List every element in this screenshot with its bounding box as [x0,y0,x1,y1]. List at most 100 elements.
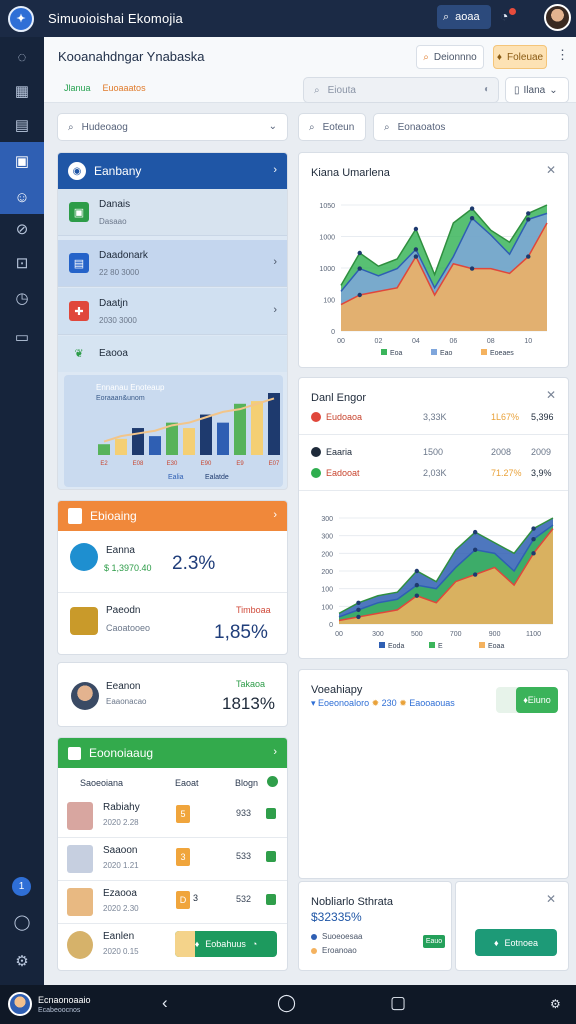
x-tick-label: 08 [487,338,495,345]
home-icon[interactable]: ◯ [277,993,296,1013]
rail-reports-icon[interactable]: ▤ [0,109,44,141]
sun-icon: ✹ [371,698,382,708]
legend-label: Eoda [388,643,404,650]
top-search-button[interactable]: ⌕ aoaa [437,5,491,29]
column-header[interactable]: Saoeoiana [80,778,123,788]
recents-icon[interactable]: ▢ [390,993,406,1013]
search-input[interactable]: ⌕ Eiouta ◐ [303,77,499,103]
more-icon[interactable]: ⋮ [556,47,569,63]
status-badge: Eauo [423,935,445,948]
avatar [67,845,93,873]
avatar[interactable] [544,4,571,31]
primary-action-button[interactable]: ♦ Eotnoea [475,929,557,956]
legend-label: Eoa [390,350,403,357]
area-chart: 300 300 200 200 100 100 000 300 500 700 900 1100 Eod… [321,516,554,650]
rail-wallet-icon[interactable]: ▣ [0,142,44,180]
breadcrumb-item[interactable]: Jlanua [64,83,91,93]
avatar [67,931,93,959]
rail-users-icon[interactable]: ☺ [0,180,44,214]
data-point [356,607,361,613]
area-chart-card: Kiana Umarlena ✕ 1050 1000 1000 100 0 00 02 04 0… [298,152,569,368]
check-icon[interactable] [266,894,276,905]
y-tick-label: 0 [329,622,333,629]
avatar [67,888,93,916]
pay-button-tab [175,931,195,957]
legend-swatch [481,349,487,355]
y-tick-label: 1000 [319,235,335,242]
y-tick-label: 0 [331,329,335,336]
savings-icon: ✚ [69,301,89,321]
bar-chart: Ennanau Enoteaup Eoraaan&unom E2 E08 E30 E9… [64,375,283,487]
back-icon[interactable]: ‹ [162,993,168,1013]
bar [251,401,263,455]
bag-icon [70,607,98,635]
account-item[interactable]: ❦ Eaooa [58,336,287,372]
header-action-button[interactable]: ⌕ Deionnno [416,45,484,69]
data-point [472,572,478,577]
check-icon[interactable] [266,851,276,862]
legend-swatch [379,642,385,648]
filter-input[interactable]: ⌕ Eonaoatos [373,113,569,141]
stats-header[interactable]: Ebioaing › [58,501,287,531]
legend-label: Eoeaes [490,350,514,357]
rail-dashboard-icon[interactable]: ▦ [0,75,44,107]
table-row[interactable]: Rabiahy 2020 2.28 5 933 [58,794,287,838]
filter-button[interactable]: ⌕ Eoteun [298,113,366,141]
breadcrumb: Jlanua Euoaaatos [64,83,146,93]
x-tick-label: 06 [449,338,457,345]
close-icon[interactable]: ✕ [546,892,556,906]
rail-settings-icon[interactable]: ⚙ [0,945,44,977]
avatar[interactable] [8,992,32,1016]
sun-icon: ✹ [399,698,410,708]
legend-item: Ealia [168,474,184,481]
bar [200,414,212,455]
data-point [531,526,536,531]
rail-badge[interactable]: 1 [12,877,31,896]
y-tick-label: 200 [321,551,333,558]
bar [268,393,280,455]
table-row[interactable]: Ezaooa 2020 2.30 D 3 532 [58,880,287,924]
column-header[interactable]: Eaoat [175,778,199,788]
x-tick-label: 700 [450,631,462,638]
stat-row[interactable]: Eanna $ 1,3970.40 2.3% [58,531,287,593]
search-icon: ⌕ [443,10,450,23]
header-primary-button[interactable]: ♦ Foleuae [493,45,547,69]
rail-chart-icon[interactable]: ⊡ [0,247,44,279]
breadcrumb-item[interactable]: Euoaaatos [103,83,146,93]
rail-time-icon[interactable]: ◷ [0,282,44,314]
filter-select[interactable]: ▯ Ilana ⌄ [505,77,569,103]
x-tick-label: 10 [524,338,532,345]
category-dropdown[interactable]: ⌕ Hudeoaog ⌄ [57,113,288,141]
account-item[interactable]: ✚ Daatjn 2030 3000 › [58,288,287,335]
mic-icon[interactable]: ◐ [484,84,490,95]
y-tick-label: 300 [321,516,333,523]
column-header[interactable]: Blogn [235,778,258,788]
check-icon[interactable] [266,808,276,819]
chevron-right-icon: › [273,256,277,268]
stat-row[interactable]: Paeodn Caoatooeo Timboaa 1,85% [58,593,287,654]
account-item[interactable]: ▣ Danais Dasaao [58,189,287,236]
transactions-header[interactable]: Eoonoiaaug › [58,738,287,768]
legend-label: E [438,643,443,650]
wallet-icon: ▣ [69,202,89,222]
single-stat-card[interactable]: Eeanon Eaaonacao Takaoa 1813% [57,662,288,727]
rail-link-icon[interactable]: ⊘ [0,213,44,245]
data-point [472,529,478,535]
account-item[interactable]: ▤ Daadonark 22 80 3000 › [58,240,287,287]
rail-chat-icon[interactable]: ◯ [0,906,44,938]
panel-action-button[interactable]: ♦ Eiuno [516,687,558,713]
rail-home-icon[interactable]: ◌ [0,41,44,73]
accounts-header[interactable]: ◉ Eanbany › [58,153,287,189]
table-row[interactable]: Saaoon 2020 1.21 3 533 [58,837,287,881]
bar [149,436,161,455]
chevron-right-icon: › [273,164,277,176]
accessibility-icon[interactable]: ⚙ [550,997,561,1011]
x-tick-label: 04 [412,338,420,345]
search-icon: ⌕ [423,51,429,63]
rail-notes-icon[interactable]: ▭ [0,321,44,353]
legend-item: Ealatde [205,474,229,481]
legend-item: Suoeoesaa [311,932,362,941]
drop-icon [70,543,98,571]
chevron-right-icon: › [273,509,277,521]
app-logo[interactable]: ✦ [8,5,34,32]
